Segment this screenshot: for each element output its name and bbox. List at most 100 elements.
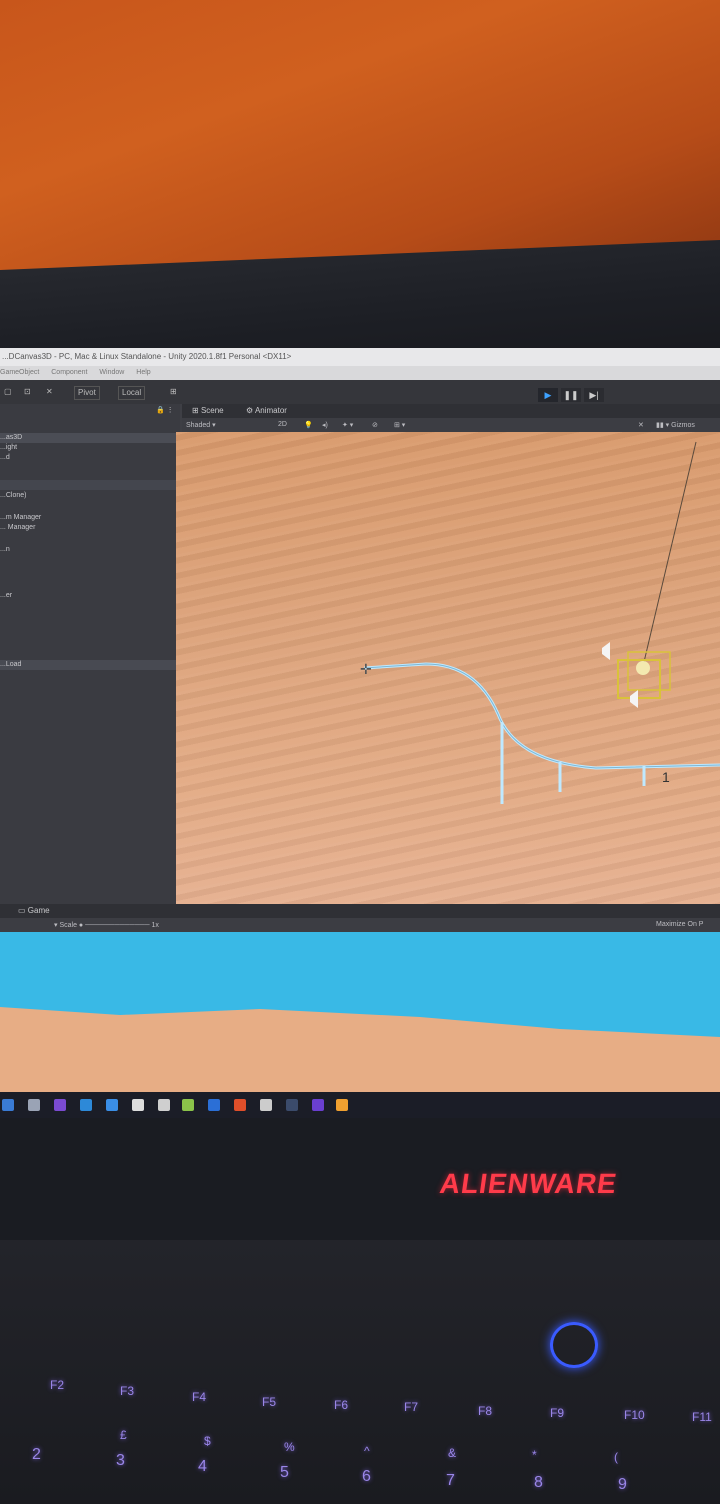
menu-help[interactable]: Help [136, 369, 150, 376]
app-icon[interactable] [286, 1099, 298, 1111]
tab-scene[interactable]: ⊞ Scene [192, 406, 224, 415]
key-f6[interactable]: F6 [334, 1398, 348, 1412]
key-f3[interactable]: F3 [120, 1384, 134, 1398]
hierarchy-item[interactable]: ...n [0, 546, 10, 553]
toolbar: ▢ ⊡ ✕ Pivot Local ⊞ ▶ ❚❚ ▶| [0, 380, 720, 404]
pause-button[interactable]: ❚❚ [561, 388, 581, 402]
key-percent[interactable]: % [284, 1440, 295, 1454]
playback-controls: ▶ ❚❚ ▶| [538, 385, 607, 402]
menu-component[interactable]: Component [51, 369, 87, 376]
hierarchy-item[interactable]: ...er [0, 592, 12, 599]
hierarchy-item[interactable]: ...ight [0, 444, 17, 451]
transform-tool-icon[interactable]: ✕ [46, 386, 53, 398]
grid-snap-icon[interactable]: ⊞ [170, 386, 177, 398]
key-ampersand[interactable]: & [448, 1446, 456, 1460]
hierarchy-scene-header [0, 480, 180, 490]
grid-icon[interactable]: ⊞ ▾ [394, 421, 405, 429]
menu-gameobject[interactable]: GameObject [0, 369, 39, 376]
unity-icon[interactable] [132, 1099, 144, 1111]
hierarchy-lock-icon[interactable]: 🔒 ⋮ [156, 406, 174, 414]
key-f2[interactable]: F2 [50, 1378, 64, 1392]
key-f4[interactable]: F4 [192, 1390, 206, 1404]
lighting-icon[interactable]: 💡 [304, 421, 313, 429]
tab-animator[interactable]: ⚙ Animator [246, 406, 287, 415]
scale-tool-icon[interactable]: ⊡ [24, 386, 31, 398]
task-view-icon[interactable] [28, 1099, 40, 1111]
scene-gizmo-mark: 1 [662, 769, 670, 785]
rail-track-line [363, 662, 720, 770]
hierarchy-item[interactable]: ...Load [0, 661, 21, 668]
key-6[interactable]: 6 [362, 1468, 371, 1486]
key-f11[interactable]: F11 [692, 1410, 712, 1424]
scene-view[interactable]: 1 ✛ [176, 432, 720, 912]
gizmos-dropdown[interactable]: ▮▮ ▾ Gizmos [656, 421, 695, 429]
tools-icon[interactable]: ✕ [638, 421, 644, 429]
key-asterisk[interactable]: * [532, 1448, 537, 1462]
power-button[interactable] [550, 1322, 598, 1368]
active-app-icon[interactable] [336, 1099, 348, 1111]
scene-tab-bar: ⊞ Scene ⚙ Animator [182, 404, 720, 418]
app-icon[interactable] [106, 1099, 118, 1111]
key-8[interactable]: 8 [534, 1474, 543, 1492]
pivot-toggle[interactable]: Pivot [74, 386, 100, 400]
laptop-screen: ...DCanvas3D - PC, Mac & Linux Standalon… [0, 348, 720, 1118]
directional-light-icon [602, 642, 671, 708]
key-f10[interactable]: F10 [624, 1408, 645, 1422]
rail-track-shadow [363, 663, 720, 769]
maximize-on-play-toggle[interactable]: Maximize On P [656, 921, 703, 928]
light-ray-line [643, 441, 697, 663]
word-icon[interactable] [208, 1099, 220, 1111]
2d-toggle-icon[interactable]: 2D [278, 421, 287, 428]
key-paren[interactable]: ( [614, 1450, 618, 1464]
step-button[interactable]: ▶| [584, 388, 604, 402]
hierarchy-item[interactable]: ...m Manager [0, 514, 41, 521]
play-button[interactable]: ▶ [538, 388, 558, 402]
hierarchy-item[interactable]: ...Clone) [0, 492, 26, 499]
browser-icon[interactable] [234, 1099, 246, 1111]
hierarchy-selection [0, 433, 180, 443]
scale-slider[interactable]: ▾ Scale ● ───────────── 1x [54, 921, 159, 929]
tab-game[interactable]: ▭ Game [18, 906, 50, 915]
key-7[interactable]: 7 [446, 1472, 455, 1490]
game-tab-bar: ▭ Game [0, 904, 720, 918]
hierarchy-item[interactable]: ...d [0, 454, 10, 461]
key-5[interactable]: 5 [280, 1464, 289, 1482]
key-9[interactable]: 9 [618, 1476, 627, 1494]
rect-tool-icon[interactable]: ▢ [4, 386, 12, 398]
hierarchy-item[interactable]: ... Manager [0, 524, 35, 531]
key-2[interactable]: 2 [32, 1446, 41, 1464]
key-f9[interactable]: F9 [550, 1406, 564, 1420]
unity-hub-icon[interactable] [158, 1099, 170, 1111]
menu-bar: GameObject Component Window Help [0, 366, 720, 380]
hidden-objects-icon[interactable]: ⊘ [372, 421, 378, 429]
visual-studio-icon[interactable] [54, 1099, 66, 1111]
windows-taskbar [0, 1092, 720, 1118]
key-caret[interactable]: ^ [364, 1444, 370, 1458]
key-f8[interactable]: F8 [478, 1404, 492, 1418]
hierarchy-dontdestroy-header [0, 660, 180, 670]
app-icon[interactable] [182, 1099, 194, 1111]
key-f5[interactable]: F5 [262, 1395, 276, 1409]
audio-icon[interactable]: ◂) [322, 421, 328, 429]
shading-mode-dropdown[interactable]: Shaded ▾ [186, 421, 216, 429]
app-icon[interactable] [260, 1099, 272, 1111]
key-dollar[interactable]: $ [204, 1434, 211, 1448]
app-icon[interactable] [80, 1099, 92, 1111]
search-icon[interactable] [2, 1099, 14, 1111]
alienware-logo: ALIENWARE [437, 1168, 620, 1199]
hierarchy-panel: 🔒 ⋮ ...as3D ...ight ...d ...Clone) ...m … [0, 404, 180, 909]
hierarchy-item[interactable]: ...as3D [0, 434, 22, 441]
scene-toolbar: Shaded ▾ 2D 💡 ◂) ✦ ▾ ⊘ ⊞ ▾ ✕ ▮▮ ▾ Gizmos [182, 418, 720, 432]
key-f7[interactable]: F7 [404, 1400, 418, 1414]
effects-icon[interactable]: ✦ ▾ [342, 421, 353, 429]
game-sand-terrain [0, 1007, 720, 1092]
key-pound[interactable]: £ [120, 1428, 127, 1442]
game-view[interactable] [0, 932, 720, 1092]
key-4[interactable]: 4 [198, 1458, 207, 1476]
menu-window[interactable]: Window [99, 369, 124, 376]
key-3[interactable]: 3 [116, 1452, 125, 1470]
keyboard-deck [0, 1240, 720, 1504]
local-toggle[interactable]: Local [118, 386, 146, 400]
scene-objects: 1 ✛ [360, 441, 720, 804]
visual-studio-icon[interactable] [312, 1099, 324, 1111]
